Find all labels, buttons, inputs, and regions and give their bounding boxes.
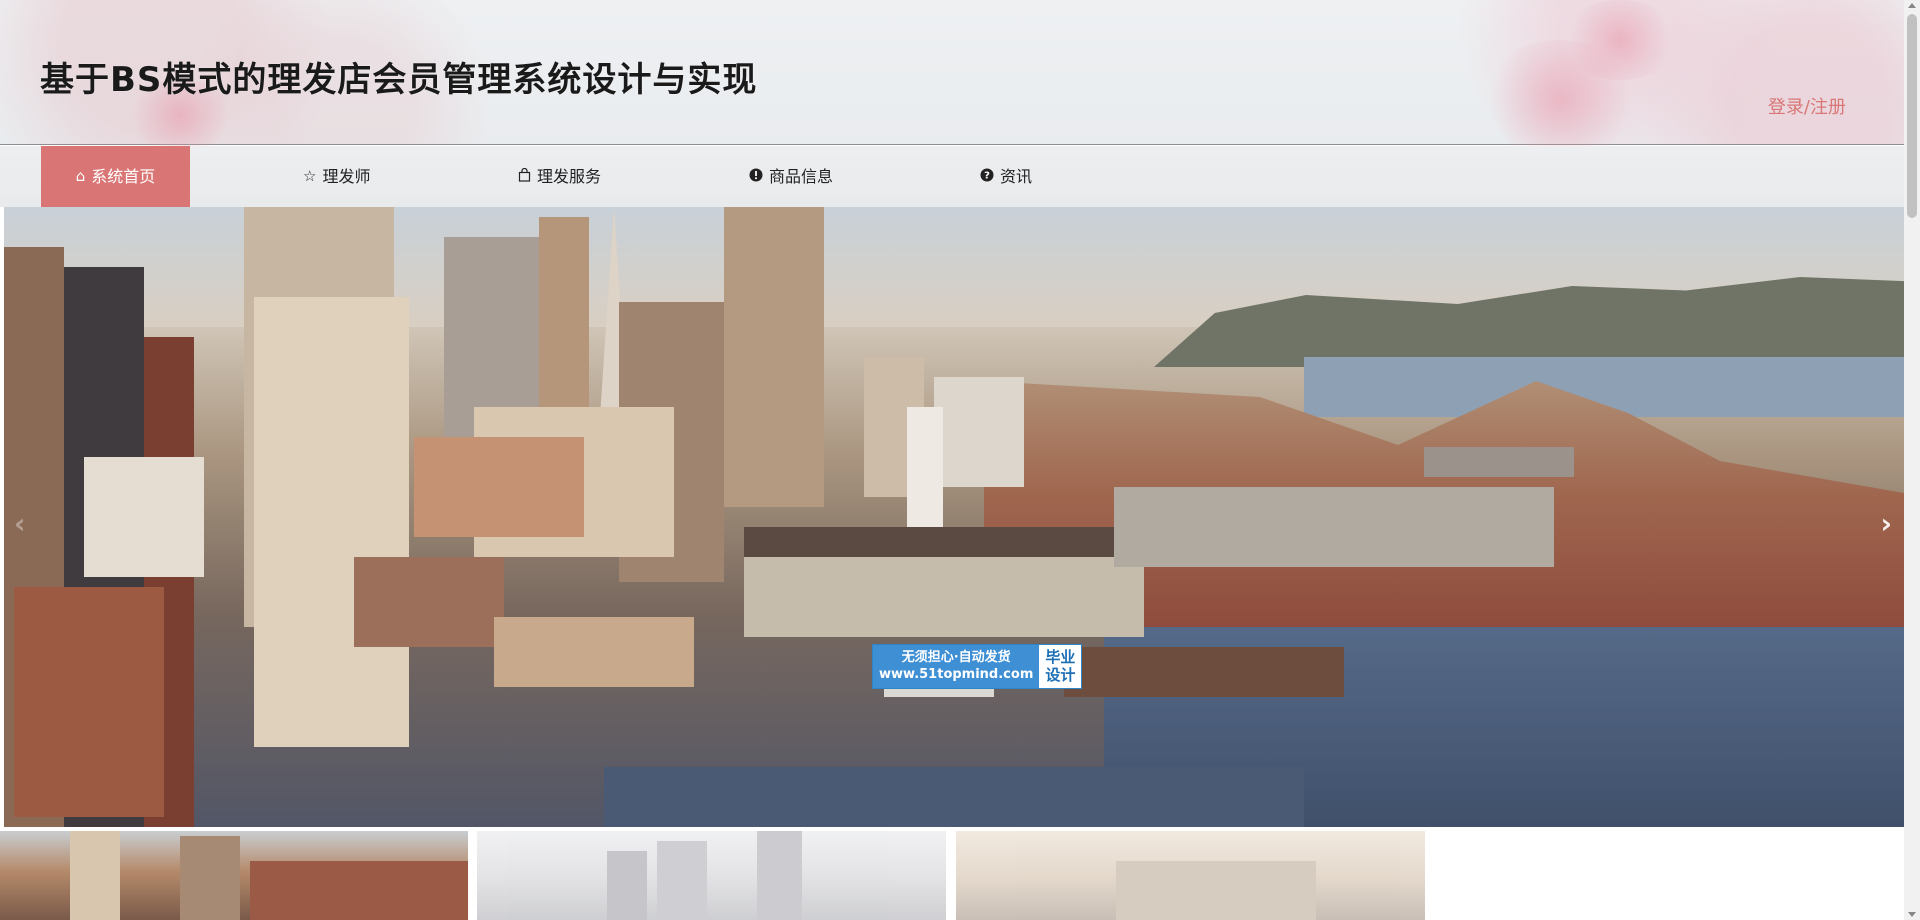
pier <box>1424 447 1574 477</box>
promo-badge-line: 无须担心·自动发货 <box>901 650 1011 665</box>
promo-badge-line: 毕业 <box>1045 648 1076 666</box>
building <box>354 557 504 647</box>
scroll-up-icon[interactable] <box>1908 3 1916 8</box>
building <box>254 297 409 747</box>
carousel-water <box>604 767 1304 827</box>
building <box>724 207 824 507</box>
shopping-bag-icon <box>518 167 531 185</box>
scroll-down-icon[interactable] <box>1908 912 1916 917</box>
nav-item-label: 理发师 <box>322 167 371 186</box>
carousel-thumbnails <box>0 831 1904 920</box>
pier <box>494 617 694 687</box>
nav-item-news[interactable]: ? 资讯 <box>980 146 1032 207</box>
site-title: 基于BS模式的理发店会员管理系统设计与实现 <box>40 60 758 100</box>
nav-item-home[interactable]: ⌂ 系统首页 <box>41 146 190 207</box>
nav-item-barbers[interactable]: ☆ 理发师 <box>303 146 370 207</box>
nav-item-label: 系统首页 <box>91 167 156 186</box>
pier <box>1114 487 1554 567</box>
image-carousel[interactable]: 无须担心·自动发货 www.51topmind.com 毕业 设计 ‹ › <box>4 207 1904 827</box>
promo-badge: 无须担心·自动发货 www.51topmind.com 毕业 设计 <box>872 644 1083 689</box>
sunset-city-thumbnail[interactable] <box>956 831 1425 920</box>
question-circle-icon: ? <box>980 168 994 185</box>
star-icon: ☆ <box>303 167 317 185</box>
home-icon: ⌂ <box>75 167 86 185</box>
scrollbar-thumb[interactable] <box>1907 14 1917 218</box>
clock-tower <box>907 407 943 547</box>
nav-item-label: 商品信息 <box>769 167 834 186</box>
chevron-left-icon[interactable]: ‹ <box>14 507 26 540</box>
promo-badge-left: 无须担心·自动发货 www.51topmind.com <box>873 645 1040 688</box>
main-nav: ⌂ 系统首页 ☆ 理发师 理发服务 商品信息 ? 资讯 <box>0 146 1904 207</box>
exclamation-circle-icon <box>749 168 763 185</box>
promo-badge-url: www.51topmind.com <box>879 667 1034 682</box>
building <box>934 377 1024 487</box>
login-register-link[interactable]: 登录/注册 <box>1768 93 1846 119</box>
promo-badge-line: 设计 <box>1045 666 1076 684</box>
nav-item-services[interactable]: 理发服务 <box>518 146 601 207</box>
page-scrollbar[interactable] <box>1904 0 1920 920</box>
site-header: 基于BS模式的理发店会员管理系统设计与实现 登录/注册 <box>0 0 1904 160</box>
nav-item-label: 理发服务 <box>537 167 602 186</box>
city-aerial-thumbnail[interactable] <box>0 831 468 920</box>
chevron-right-icon[interactable]: › <box>1880 507 1892 540</box>
svg-text:?: ? <box>984 171 990 182</box>
building <box>14 587 164 817</box>
nav-item-products[interactable]: 商品信息 <box>749 146 833 207</box>
building <box>539 217 589 427</box>
skyline-thumbnail[interactable] <box>477 831 946 920</box>
blossom-decoration <box>1560 0 1680 80</box>
promo-badge-right: 毕业 设计 <box>1039 645 1081 688</box>
ferry-building-roof <box>744 527 1144 557</box>
pier <box>1064 647 1344 697</box>
nav-item-label: 资讯 <box>1000 167 1033 186</box>
building <box>414 437 584 537</box>
building <box>84 457 204 577</box>
